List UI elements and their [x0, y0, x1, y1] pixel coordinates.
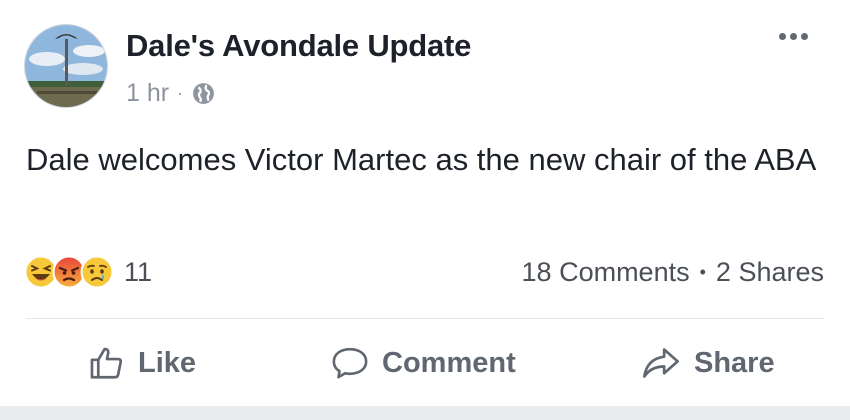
- feed-post: Dale's Avondale Update 1 hr · Dale welco…: [0, 0, 850, 420]
- post-meta: 1 hr ·: [126, 78, 216, 108]
- reactions-summary[interactable]: 11: [24, 254, 152, 290]
- comment-button[interactable]: Comment: [330, 332, 516, 394]
- globe-icon[interactable]: [191, 81, 216, 106]
- like-label: Like: [138, 346, 197, 379]
- page-avatar[interactable]: [24, 24, 108, 108]
- like-button[interactable]: Like: [88, 332, 196, 394]
- feed-separator: [0, 406, 850, 420]
- share-icon: [643, 348, 679, 378]
- divider: [26, 318, 824, 319]
- thumbs-up-icon: [90, 347, 123, 379]
- page-name[interactable]: Dale's Avondale Update: [126, 28, 471, 64]
- sad-icon: [80, 255, 114, 289]
- action-bar: Like Comment Share: [0, 332, 850, 394]
- comment-label: Comment: [382, 346, 516, 379]
- more-options-icon[interactable]: [779, 33, 808, 40]
- avatar-image: [25, 25, 107, 107]
- comments-count[interactable]: 18 Comments: [522, 257, 690, 288]
- reaction-count: 11: [124, 256, 153, 287]
- post-time[interactable]: 1 hr: [126, 79, 169, 108]
- share-button[interactable]: Share: [640, 332, 775, 394]
- comment-icon: [332, 347, 368, 379]
- counts-separator: •: [699, 261, 706, 282]
- engagement-counts: 18 Comments • 2 Shares: [522, 256, 824, 288]
- shares-count[interactable]: 2 Shares: [716, 257, 824, 288]
- share-label: Share: [694, 346, 775, 379]
- post-text: Dale welcomes Victor Martec as the new c…: [26, 142, 817, 177]
- meta-separator: ·: [177, 82, 184, 103]
